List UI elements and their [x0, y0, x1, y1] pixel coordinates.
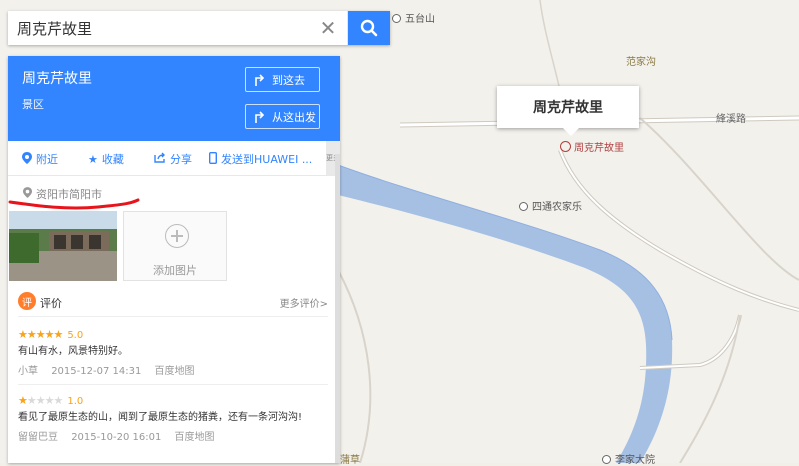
goto-button[interactable]: 到这去: [245, 67, 320, 92]
marker-pin-icon: [560, 141, 571, 152]
place-label-pucao: 蒲草: [340, 455, 360, 466]
route-icon: [255, 73, 265, 86]
location-pin-icon: [22, 151, 32, 167]
favorite-button[interactable]: ★ 收藏: [88, 151, 124, 167]
review-date: 2015-12-07 14:31: [51, 366, 142, 377]
review-user[interactable]: 小草: [18, 366, 38, 377]
place-category: 景区: [22, 98, 44, 111]
place-photo[interactable]: [9, 211, 117, 281]
place-label-fanjiagou: 范家沟: [626, 57, 656, 68]
road-label: 綘溪路: [716, 114, 746, 125]
nearby-button[interactable]: 附近: [22, 151, 58, 167]
reviews-title: 评价: [40, 297, 62, 310]
review-date: 2015-10-20 16:01: [71, 432, 162, 443]
search-input[interactable]: 周克芹故里: [17, 18, 92, 39]
plus-icon: [165, 224, 189, 248]
review-score: 5.0: [67, 330, 84, 341]
panel-header: 周克芹故里 景区 到这去 从这出发: [8, 56, 340, 141]
star-icon: ★: [88, 152, 98, 166]
map-marker[interactable]: 周克芹故里: [560, 139, 624, 154]
review-badge-icon: 评: [18, 292, 36, 310]
place-title: 周克芹故里: [22, 71, 92, 87]
review-meta: 留留巴豆 2015-10-20 16:01 百度地图: [18, 428, 328, 443]
place-detail-panel: 周克芹故里 景区 到这去 从这出发 附近 ★ 收藏 分享 发送到HUAWEI .…: [8, 56, 340, 463]
poi-wutaishan[interactable]: 五台山: [392, 10, 435, 25]
search-icon: [360, 19, 378, 37]
depart-icon: [255, 110, 265, 123]
more-reviews-link[interactable]: 更多评价>: [280, 295, 328, 310]
reviews-header: 评 评价 更多评价>: [18, 292, 328, 314]
divider: [18, 316, 328, 317]
review-meta: 小草 2015-12-07 14:31 百度地图: [18, 362, 328, 377]
clear-icon[interactable]: ✕: [309, 11, 348, 45]
phone-icon: [208, 151, 217, 167]
action-bar: 附近 ★ 收藏 分享 发送到HUAWEI ...: [8, 141, 340, 176]
share-button[interactable]: 分享: [154, 151, 192, 167]
review-source: 百度地图: [154, 366, 195, 377]
review-item: ★★★★★ 5.0 有山有水，风景特别好。 小草 2015-12-07 14:31…: [18, 328, 328, 377]
add-photo-button[interactable]: 添加图片: [123, 211, 227, 281]
send-to-phone-button[interactable]: 发送到HUAWEI ...: [208, 151, 312, 167]
poi-lijia[interactable]: 李家大院: [602, 451, 655, 466]
rating-stars: ★★★★★: [18, 328, 63, 341]
divider: [18, 384, 328, 385]
rating-stars: ★★★★★: [18, 394, 63, 407]
search-bar: 周克芹故里 ✕: [8, 11, 390, 45]
search-button[interactable]: [348, 11, 390, 45]
depart-button[interactable]: 从这出发: [245, 104, 320, 129]
poi-sitong[interactable]: 四通农家乐: [519, 198, 582, 213]
review-source: 百度地图: [174, 432, 215, 443]
review-text: 有山有水，风景特别好。: [18, 346, 128, 357]
poi-dot-icon: [519, 202, 528, 211]
share-icon: [154, 152, 166, 166]
poi-dot-icon: [392, 14, 401, 23]
review-text: 看见了最原生态的山，闻到了最原生态的猪粪，还有一条河沟沟!: [18, 412, 303, 423]
map-callout[interactable]: 周克芹故里: [497, 86, 639, 136]
review-score: 1.0: [67, 396, 84, 407]
review-user[interactable]: 留留巴豆: [18, 432, 58, 443]
callout-title: 周克芹故里: [533, 100, 603, 116]
review-item: ★★★★★ 1.0 看见了最原生态的山，闻到了最原生态的猪粪，还有一条河沟沟! 留…: [18, 394, 328, 443]
scrollbar[interactable]: [335, 154, 340, 463]
